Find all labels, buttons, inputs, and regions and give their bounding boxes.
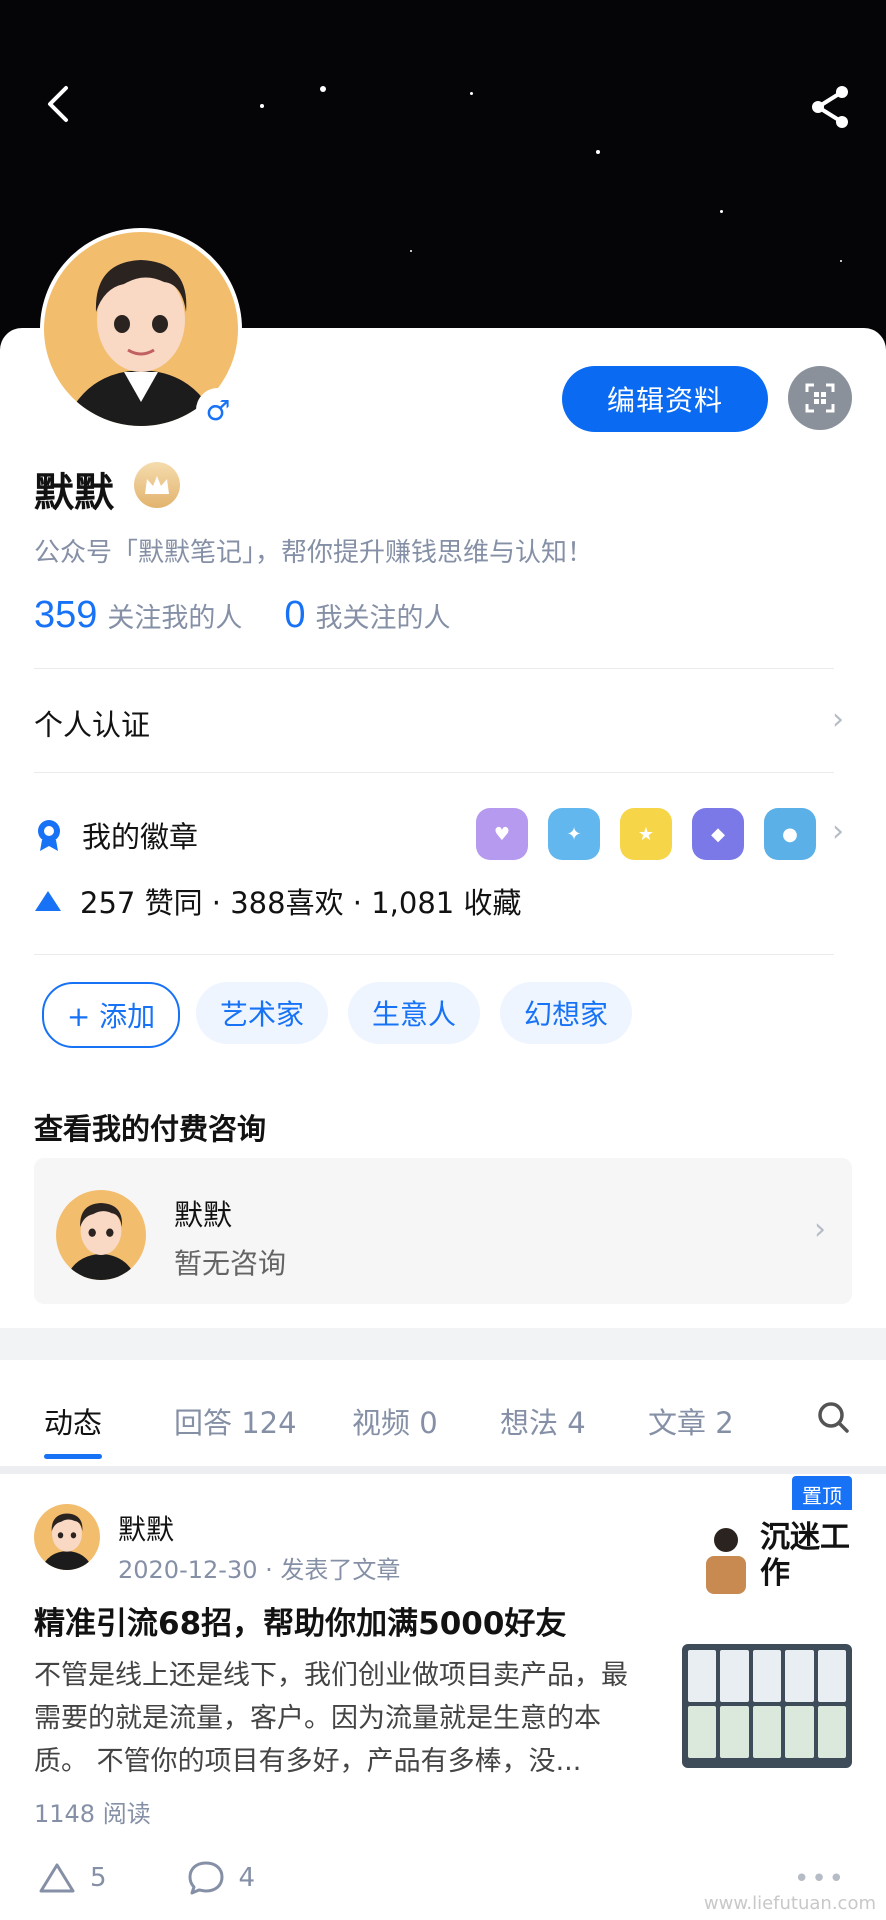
profile-tabs: 动态 回答 124 视频 0 想法 4 文章 2 [0, 1360, 886, 1474]
edit-profile-button[interactable]: 编辑资料 [562, 366, 768, 432]
engagement-stats: 257 赞同 · 388喜欢 · 1,081 收藏 [34, 880, 521, 922]
follow-stats: 359 关注我的人 0 我关注的人 [34, 594, 451, 637]
search-button[interactable] [816, 1400, 850, 1438]
tab-ideas[interactable]: 想法 4 [500, 1400, 586, 1442]
active-tab-indicator [44, 1454, 102, 1459]
upvote-button[interactable]: 5 [38, 1862, 107, 1894]
add-tag-button[interactable]: + 添加 [42, 982, 180, 1048]
upvote-outline-icon [39, 1863, 75, 1893]
tab-answers[interactable]: 回答 124 [174, 1400, 297, 1442]
divider [34, 668, 834, 669]
tag-chip[interactable]: 幻想家 [500, 982, 632, 1044]
badge-icon: ✦ [548, 808, 600, 860]
share-icon [812, 86, 848, 128]
tab-activity[interactable]: 动态 [44, 1400, 102, 1442]
author-avatar[interactable] [34, 1504, 100, 1570]
comment-icon [188, 1861, 224, 1895]
badge-ribbon-icon [38, 820, 60, 851]
comment-count: 4 [238, 1863, 256, 1893]
tab-articles[interactable]: 文章 2 [648, 1400, 734, 1442]
article-title[interactable]: 精准引流68招，帮助你加满5000好友 [34, 1598, 566, 1643]
post-meta: 2020-12-30 · 发表了文章 [118, 1556, 401, 1584]
upvote-triangle-icon [35, 891, 61, 911]
chevron-right-icon: › [832, 702, 844, 737]
profile-name: 默默 [34, 470, 114, 516]
badge-icon: ● [764, 808, 816, 860]
consult-avatar [56, 1190, 146, 1280]
tab-videos[interactable]: 视频 0 [352, 1400, 438, 1442]
followers-label[interactable]: 关注我的人 [107, 596, 242, 635]
divider [34, 772, 834, 773]
article-cover-thumbnail: 沉迷工作 [696, 1510, 854, 1602]
more-options-icon[interactable]: ••• [794, 1864, 846, 1894]
badge-icon: ♥ [476, 808, 528, 860]
feed-item[interactable]: 置顶 默默 2020-12-30 · 发表了文章 沉迷工作 精准引流68招，帮助… [0, 1474, 886, 1920]
article-image-thumbnail [682, 1644, 852, 1768]
profile-bio: 公众号「默默笔记」，帮你提升赚钱思维与认知！ [34, 538, 594, 568]
qr-code-button[interactable] [788, 366, 852, 430]
divider [34, 954, 834, 955]
paid-consult-title: 查看我的付费咨询 [34, 1112, 267, 1146]
badge-icon: ◆ [692, 808, 744, 860]
read-count: 1148 阅读 [34, 1800, 151, 1828]
qr-scan-icon [805, 383, 835, 413]
chevron-left-icon [48, 86, 68, 122]
chevron-right-icon: › [814, 1212, 826, 1247]
share-button[interactable] [806, 82, 856, 132]
following-count[interactable]: 0 [284, 594, 305, 637]
following-label[interactable]: 我关注的人 [316, 596, 451, 635]
personal-verification-row[interactable]: 个人认证 [34, 702, 150, 744]
consult-name: 默默 [174, 1198, 233, 1232]
chevron-right-icon: › [832, 814, 844, 849]
badges-label: 我的徽章 [82, 820, 199, 854]
feed-actions: 5 4 [38, 1860, 255, 1896]
thumbnail-caption: 沉迷工作 [760, 1520, 850, 1591]
watermark-text: www.liefutuan.com [703, 1893, 876, 1914]
comment-button[interactable]: 4 [187, 1860, 256, 1896]
consult-status: 暂无咨询 [174, 1247, 287, 1280]
engagement-summary: 257 赞同 · 388喜欢 · 1,081 收藏 [80, 886, 522, 920]
upvote-count: 5 [90, 1863, 107, 1893]
badge-list[interactable]: ♥ ✦ ★ ◆ ● [476, 808, 816, 860]
tag-chip[interactable]: 艺术家 [196, 982, 328, 1044]
article-excerpt: 不管是线上还是线下，我们创业做项目卖产品，最需要的就是流量，客户。因为流量就是生… [34, 1660, 628, 1777]
badge-icon: ★ [620, 808, 672, 860]
vip-crown-icon [134, 462, 180, 508]
search-icon [818, 1402, 849, 1433]
back-button[interactable] [38, 82, 82, 126]
pinned-badge: 置顶 [792, 1476, 852, 1513]
followers-count[interactable]: 359 [34, 594, 97, 637]
gender-male-icon: ♂ [196, 388, 240, 432]
paid-consult-card[interactable]: 默默 暂无咨询 › [34, 1158, 852, 1304]
author-name[interactable]: 默默 [118, 1508, 174, 1548]
badges-row[interactable]: 我的徽章 [34, 814, 198, 856]
tag-chip[interactable]: 生意人 [348, 982, 480, 1044]
